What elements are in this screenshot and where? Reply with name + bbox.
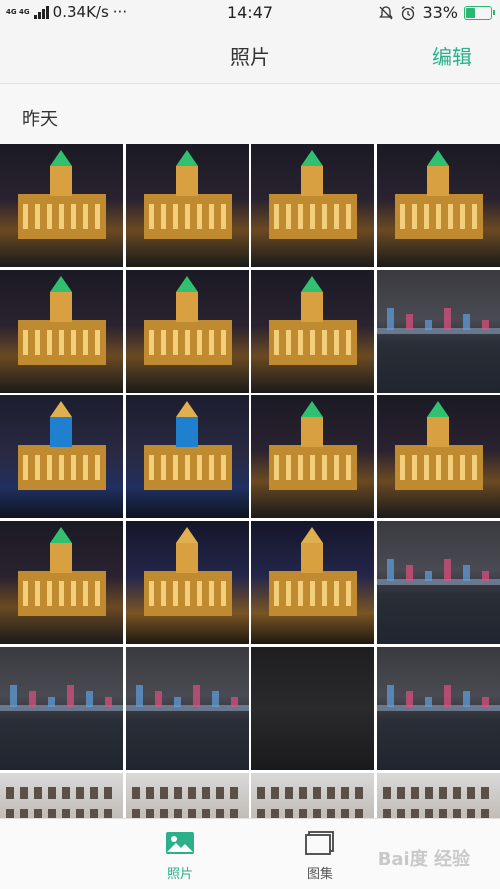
photo-thumbnail[interactable]	[0, 269, 123, 393]
photo-thumbnail[interactable]	[125, 395, 249, 519]
thumbnail-scene	[269, 150, 358, 239]
photo-thumbnail[interactable]	[0, 521, 123, 645]
photo-thumbnail[interactable]	[251, 646, 375, 770]
photo-thumbnail[interactable]	[377, 395, 500, 519]
bell-muted-icon	[379, 5, 394, 19]
thumbnail-scene	[377, 307, 500, 334]
thumbnail-scene	[18, 527, 106, 617]
thumbnail-scene	[269, 527, 358, 617]
photo-thumbnail[interactable]	[377, 646, 500, 770]
thumbnail-scene	[143, 527, 232, 617]
thumbnail-scene	[18, 401, 106, 491]
thumbnail-scene	[18, 275, 106, 365]
photos-icon	[166, 832, 194, 854]
status-right: 33%	[378, 3, 495, 22]
thumbnail-scene	[143, 401, 232, 491]
page-title: 照片	[230, 45, 270, 69]
status-bar: 4G 4G 0.34K/s ··· 14:47 33%	[0, 0, 500, 26]
photo-thumbnail[interactable]	[125, 144, 249, 267]
date-section-label: 昨天	[22, 109, 58, 130]
photo-thumbnail[interactable]	[251, 521, 375, 645]
thumbnail-scene	[143, 275, 232, 365]
thumbnail-scene	[395, 150, 484, 239]
photo-thumbnail[interactable]	[125, 269, 249, 393]
thumbnail-scene	[143, 150, 232, 239]
date-section-header: 昨天	[0, 84, 500, 144]
photo-thumbnail[interactable]	[377, 521, 500, 645]
photo-thumbnail[interactable]	[0, 646, 123, 770]
thumbnail-scene	[377, 559, 500, 586]
watermark: Bai度 经验	[377, 849, 470, 870]
thumbnail-scene	[0, 684, 123, 711]
tab-photos[interactable]: 照片	[120, 831, 240, 882]
tab-photos-label: 照片	[166, 867, 193, 882]
photo-thumbnail[interactable]	[251, 395, 375, 519]
photo-thumbnail[interactable]	[377, 144, 500, 267]
thumbnail-scene	[395, 401, 484, 491]
photo-thumbnail[interactable]	[125, 646, 249, 770]
tab-albums[interactable]: 图集	[260, 831, 380, 882]
edit-button[interactable]: 编辑	[432, 41, 472, 70]
thumbnail-scene	[18, 150, 106, 239]
photo-thumbnail[interactable]	[0, 395, 123, 519]
photo-thumbnail[interactable]	[251, 144, 375, 267]
photo-thumbnail[interactable]	[377, 269, 500, 393]
battery-icon	[464, 5, 495, 20]
nav-bar: 照片 编辑	[0, 26, 500, 84]
battery-percent: 33%	[422, 3, 458, 22]
tab-albums-label: 图集	[306, 867, 333, 882]
alarm-icon	[402, 5, 415, 20]
albums-icon	[305, 831, 334, 855]
thumbnail-scene	[377, 684, 500, 711]
photo-thumbnail[interactable]	[0, 144, 123, 267]
thumbnail-scene	[269, 401, 358, 491]
photo-thumbnail[interactable]	[251, 269, 375, 393]
bottom-tab-bar: 照片 图集 Bai度 经验	[0, 818, 500, 889]
thumbnail-scene	[125, 684, 249, 711]
thumbnail-scene	[269, 275, 358, 365]
battery-fill	[466, 7, 475, 18]
photo-thumbnail[interactable]	[125, 521, 249, 645]
